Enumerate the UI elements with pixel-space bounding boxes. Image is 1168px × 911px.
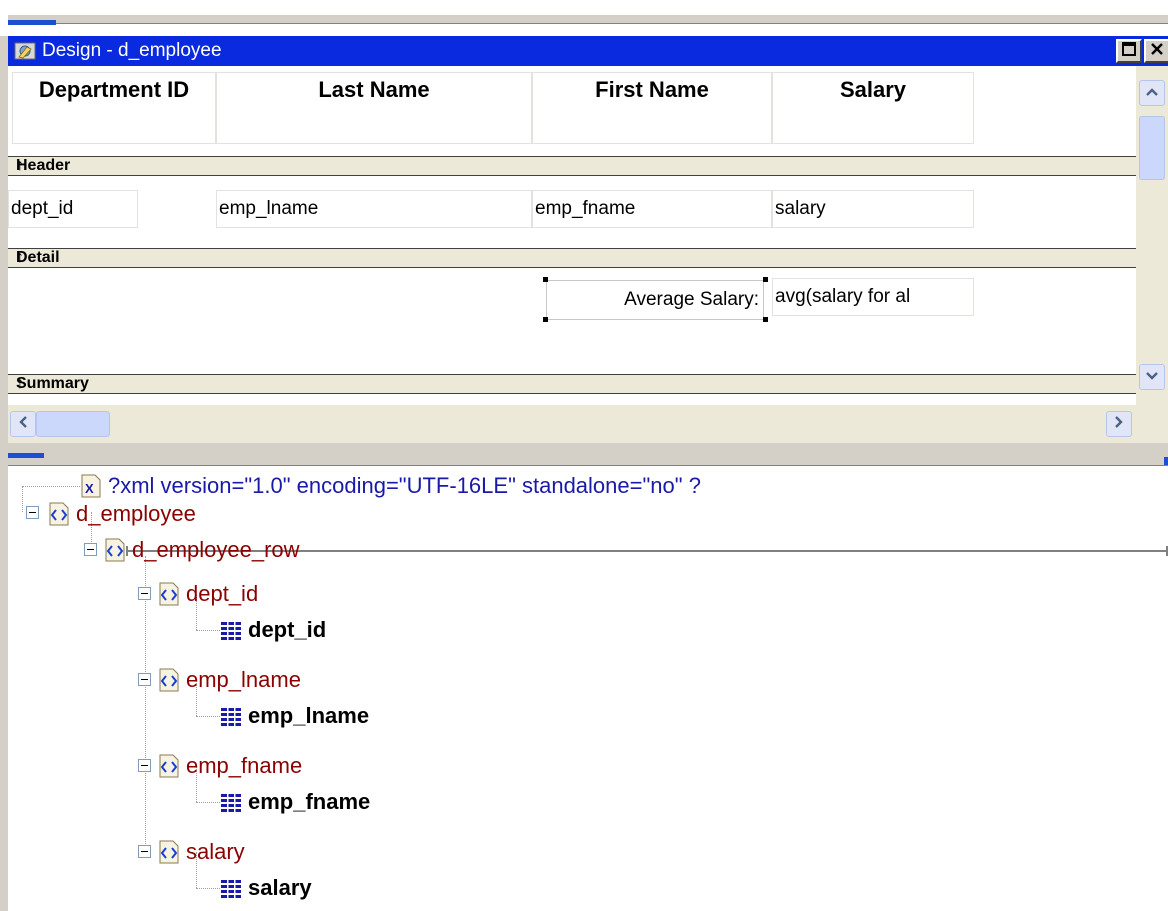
maximize-icon bbox=[1122, 41, 1136, 61]
tree-node-declaration[interactable]: X ?xml version="1.0" encoding="UTF-16LE"… bbox=[80, 472, 701, 500]
vertical-scrollbar[interactable] bbox=[1136, 66, 1168, 405]
summary-band-label: Summary bbox=[16, 375, 89, 392]
salary-average-computed-field[interactable]: avg(salary for al bbox=[772, 278, 974, 316]
tree-node-data[interactable]: salary bbox=[220, 874, 312, 902]
horizontal-scrollbar[interactable] bbox=[8, 405, 1136, 443]
xml-element-icon bbox=[158, 582, 180, 606]
splitter-bar[interactable] bbox=[8, 14, 1168, 24]
tree-node-data[interactable]: dept_id bbox=[220, 616, 326, 644]
tree-node-element[interactable]: dept_id bbox=[158, 580, 258, 608]
design-window: Design - d_employee Department ID Last N… bbox=[8, 36, 1168, 466]
design-canvas[interactable]: Department ID Last Name First Name Salar… bbox=[8, 66, 1136, 405]
scroll-left-button[interactable] bbox=[10, 411, 36, 437]
collapse-element-toggle[interactable] bbox=[138, 845, 151, 858]
data-label: emp_lname bbox=[248, 703, 370, 728]
xml-element-icon bbox=[158, 668, 180, 692]
splitter-tab bbox=[1164, 457, 1168, 465]
close-icon bbox=[1150, 42, 1164, 61]
tree-node-element[interactable]: salary bbox=[158, 838, 245, 866]
element-label: emp_lname bbox=[186, 667, 301, 692]
tree-node-root[interactable]: d_employee bbox=[48, 500, 196, 528]
element-label: salary bbox=[186, 839, 245, 864]
xml-element-icon bbox=[48, 502, 70, 526]
tree-connector bbox=[196, 630, 220, 631]
chevron-left-icon bbox=[18, 415, 28, 434]
selection-handle[interactable] bbox=[543, 317, 548, 322]
tree-node-data[interactable]: emp_lname bbox=[220, 702, 369, 730]
xml-declaration-icon: X bbox=[80, 474, 102, 498]
element-label: emp_fname bbox=[186, 753, 303, 778]
chevron-right-icon bbox=[1114, 415, 1124, 434]
tree-node-row[interactable]: d_employee_row bbox=[104, 536, 300, 564]
data-label: emp_fname bbox=[248, 789, 371, 814]
root-element-label: d_employee bbox=[76, 501, 196, 526]
vertical-scroll-thumb[interactable] bbox=[1139, 116, 1165, 180]
splitter-tab bbox=[8, 20, 56, 25]
field-dept-id[interactable]: dept_id bbox=[8, 190, 138, 228]
tree-connector bbox=[196, 716, 220, 717]
column-data-icon bbox=[220, 704, 242, 728]
header-label-salary[interactable]: Salary bbox=[772, 72, 974, 144]
header-band[interactable]: Header ↑ bbox=[8, 156, 1136, 176]
field-emp-fname[interactable]: emp_fname bbox=[532, 190, 772, 228]
column-data-icon bbox=[220, 790, 242, 814]
selection-handle[interactable] bbox=[763, 277, 768, 282]
tree-connector bbox=[196, 802, 220, 803]
horizontal-scroll-thumb[interactable] bbox=[36, 411, 110, 437]
field-salary[interactable]: salary bbox=[772, 190, 974, 228]
xml-declaration-label: ?xml version="1.0" encoding="UTF-16LE" s… bbox=[108, 473, 701, 498]
collapse-row-toggle[interactable] bbox=[84, 543, 97, 556]
header-band-marker: ↑ bbox=[16, 157, 24, 174]
scroll-right-button[interactable] bbox=[1106, 411, 1132, 437]
header-label-department-id[interactable]: Department ID bbox=[12, 72, 216, 144]
collapse-root-toggle[interactable] bbox=[26, 506, 39, 519]
summary-band[interactable]: Summary ↑ bbox=[8, 374, 1136, 394]
scroll-down-button[interactable] bbox=[1139, 364, 1165, 390]
scroll-up-button[interactable] bbox=[1139, 80, 1165, 106]
header-label-last-name[interactable]: Last Name bbox=[216, 72, 532, 144]
scrollbar-corner bbox=[1136, 405, 1168, 443]
header-band-label: Header bbox=[16, 157, 71, 174]
title-bar[interactable]: Design - d_employee bbox=[8, 36, 1168, 66]
field-emp-lname[interactable]: emp_lname bbox=[216, 190, 532, 228]
bottom-splitter[interactable] bbox=[8, 443, 1168, 466]
row-element-label: d_employee_row bbox=[132, 537, 300, 562]
xml-tree-view[interactable]: X ?xml version="1.0" encoding="UTF-16LE"… bbox=[8, 466, 1168, 911]
xml-element-icon bbox=[104, 538, 126, 562]
selection-handle[interactable] bbox=[543, 277, 548, 282]
data-label: salary bbox=[248, 875, 312, 900]
window-title: Design - d_employee bbox=[42, 40, 222, 61]
close-button[interactable] bbox=[1144, 39, 1168, 63]
header-label-first-name[interactable]: First Name bbox=[532, 72, 772, 144]
data-label: dept_id bbox=[248, 617, 327, 642]
xml-element-icon bbox=[158, 754, 180, 778]
design-icon bbox=[14, 40, 36, 62]
chevron-down-icon bbox=[1145, 368, 1159, 386]
splitter-tab bbox=[8, 453, 44, 458]
detail-band-marker: ↑ bbox=[16, 249, 24, 266]
collapse-element-toggle[interactable] bbox=[138, 759, 151, 772]
tree-connector bbox=[196, 888, 220, 889]
chevron-up-icon bbox=[1145, 84, 1159, 102]
average-salary-label[interactable]: Average Salary: bbox=[546, 280, 764, 320]
column-data-icon bbox=[220, 618, 242, 642]
element-label: dept_id bbox=[186, 581, 259, 606]
xml-element-icon bbox=[158, 840, 180, 864]
top-strip bbox=[0, 0, 1168, 36]
collapse-element-toggle[interactable] bbox=[138, 587, 151, 600]
column-data-icon bbox=[220, 876, 242, 900]
tree-connector bbox=[22, 486, 80, 487]
maximize-button[interactable] bbox=[1116, 39, 1142, 63]
collapse-element-toggle[interactable] bbox=[138, 673, 151, 686]
summary-band-marker: ↑ bbox=[16, 375, 24, 392]
detail-band[interactable]: Detail ↑ bbox=[8, 248, 1136, 268]
tree-connector bbox=[22, 486, 23, 512]
tree-node-element[interactable]: emp_fname bbox=[158, 752, 302, 780]
tree-node-data[interactable]: emp_fname bbox=[220, 788, 370, 816]
selection-handle[interactable] bbox=[763, 317, 768, 322]
svg-text:X: X bbox=[85, 481, 94, 496]
tree-node-element[interactable]: emp_lname bbox=[158, 666, 301, 694]
